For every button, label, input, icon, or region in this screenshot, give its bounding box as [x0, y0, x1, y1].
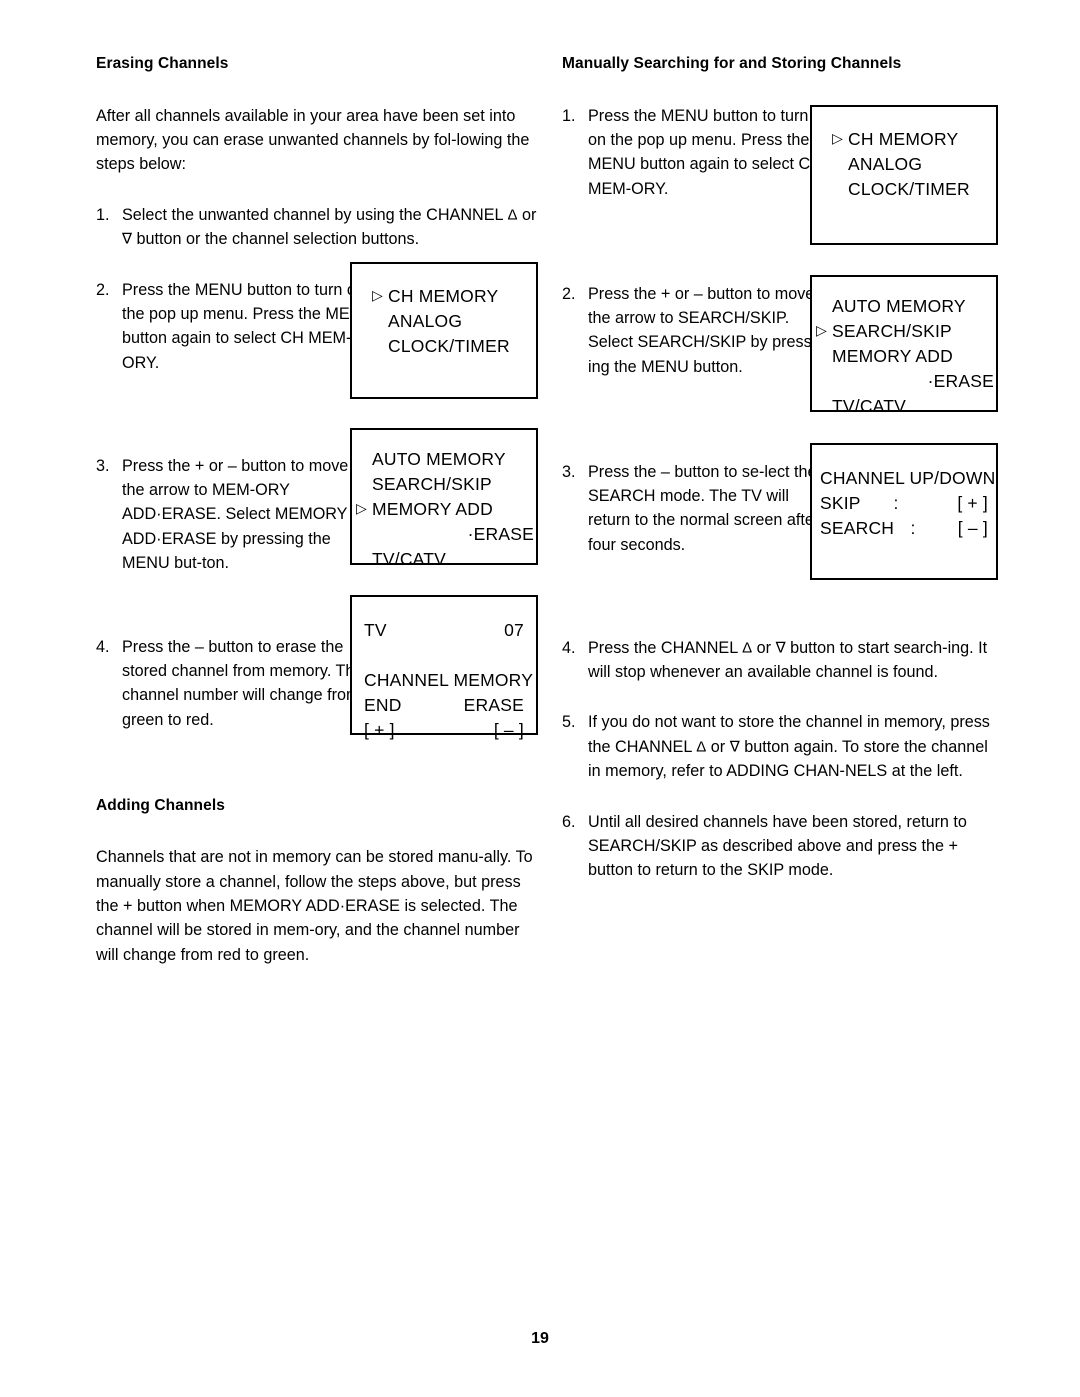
- page-number: 19: [531, 1330, 549, 1347]
- osd-label-search-skip: SEARCH/SKIP: [832, 321, 952, 341]
- right-step-1: 1. Press the MENU button to turn on the p…: [562, 104, 828, 256]
- left-step-4-text: Press the – button to erase the stored c…: [122, 637, 364, 729]
- triangle-up-icon: Δ: [507, 206, 518, 224]
- right-step-6-number: 6.: [562, 812, 576, 831]
- triangle-down-icon: ∇: [729, 738, 740, 756]
- osd-row-search-skip: ▷ SEARCH/SKIP: [816, 319, 996, 344]
- osd-row-end-erase: END ERASE: [364, 693, 524, 718]
- right-step-1-number: 1.: [562, 106, 576, 125]
- left-step-1: 1. Select the unwanted channel by using t…: [96, 203, 546, 252]
- osd-colon-search: :: [910, 518, 916, 538]
- left-step-2-text: Press the MENU button to turn on the pop…: [122, 280, 374, 372]
- left-step-2-number: 2.: [96, 280, 110, 299]
- right-step-6-text: Until all desired channels have been sto…: [588, 812, 967, 880]
- osd-label-search-skip: SEARCH/SKIP: [372, 474, 492, 494]
- osd-label-clock-timer: CLOCK/TIMER: [848, 179, 970, 199]
- osd-key-minus: [ – ]: [493, 720, 524, 740]
- osd-label-memory-add: MEMORY ADD: [832, 346, 953, 366]
- osd-label-tv-catv: TV/CATV: [832, 396, 906, 416]
- manual-search-heading: Manually Searching for and Storing Chann…: [562, 55, 902, 72]
- osd-value-channel-number: 07: [504, 620, 524, 640]
- manual-page: Erasing Channels After all channels avai…: [0, 0, 1080, 1397]
- osd-row-skip: SKIP: [ + ]: [820, 491, 988, 516]
- osd-label-memory-add: MEMORY ADD: [372, 499, 493, 519]
- menu-arrow-icon: ▷: [356, 500, 367, 516]
- osd-box-channel-updown-right: CHANNEL UP/DOWN SKIP: [ + ] SEARCH: [ – ]: [810, 443, 998, 580]
- osd-box-ch-memory-left: ▷ CH MEMORY ANALOG CLOCK/TIMER: [350, 262, 538, 399]
- osd-label-analog: ANALOG: [388, 311, 463, 331]
- osd-label-tv-catv: TV/CATV: [372, 549, 446, 569]
- erasing-channels-heading: Erasing Channels: [96, 55, 229, 72]
- osd-row-tv-channel: TV 07: [364, 618, 524, 643]
- left-step-3: 3. Press the + or – button to move the ar…: [96, 454, 374, 609]
- osd-label-channel-memory: CHANNEL MEMORY: [364, 670, 534, 690]
- triangle-up-icon: Δ: [696, 738, 707, 756]
- osd-row-ch-memory: ▷ CH MEMORY: [372, 284, 536, 309]
- right-step-2: 2. Press the + or – button to move the ar…: [562, 282, 828, 434]
- left-step-3-number: 3.: [96, 456, 110, 475]
- right-step-6: 6. Until all desired channels have been s…: [562, 810, 1002, 883]
- osd-label-skip: SKIP: [820, 493, 861, 513]
- triangle-down-icon: ∇: [775, 639, 786, 657]
- osd-label-erase: ·ERASE: [927, 371, 994, 391]
- osd-row-search: SEARCH: [ – ]: [820, 516, 988, 541]
- right-step-5-number: 5.: [562, 713, 576, 732]
- right-step-1-text: Press the MENU button to turn on the pop…: [588, 106, 822, 198]
- left-step-1-mid: or: [517, 205, 537, 224]
- osd-label-search: SEARCH: [820, 518, 895, 538]
- left-step-1-text-before: Select the unwanted channel by using the…: [122, 205, 508, 224]
- right-step-4: 4. Press the CHANNEL Δ or ∇ button to sta…: [562, 636, 1002, 685]
- right-step-3-text: Press the – button to se-lect the SEARCH…: [588, 462, 820, 554]
- right-step-5: 5. If you do not want to store the channe…: [562, 710, 1002, 783]
- right-step-2-number: 2.: [562, 284, 576, 303]
- osd-label-ch-memory: CH MEMORY: [388, 286, 499, 306]
- osd-row-keys: [ + ] [ – ]: [364, 718, 524, 743]
- osd-label-ch-memory: CH MEMORY: [848, 129, 959, 149]
- osd-key-plus: [ + ]: [364, 720, 395, 740]
- right-step-4-number: 4.: [562, 638, 576, 657]
- osd-label-analog: ANALOG: [848, 154, 923, 174]
- right-step-3: 3. Press the – button to se-lect the SEAR…: [562, 460, 828, 610]
- erasing-channels-intro: After all channels available in your are…: [96, 106, 530, 174]
- osd-label-clock-timer: CLOCK/TIMER: [388, 336, 510, 356]
- triangle-up-icon: Δ: [742, 639, 753, 657]
- osd-box-search-skip-right: AUTO MEMORY ▷ SEARCH/SKIP MEMORY ADD ·ERA…: [810, 275, 998, 416]
- right-step-3-number: 3.: [562, 462, 576, 481]
- osd-label-channel-updown: CHANNEL UP/DOWN: [820, 468, 996, 488]
- left-step-1-text-after: button or the channel selection buttons.: [132, 230, 420, 249]
- osd-row-ch-memory: ▷ CH MEMORY: [832, 127, 996, 152]
- osd-label-auto-memory: AUTO MEMORY: [832, 296, 966, 316]
- left-step-1-number: 1.: [96, 205, 110, 224]
- right-step-4-text-2: or: [752, 638, 776, 657]
- osd-label-erase: ERASE: [463, 695, 524, 715]
- osd-spacer: [364, 643, 524, 668]
- osd-box-memory-add-left: AUTO MEMORY SEARCH/SKIP ▷ MEMORY ADD ·ERA…: [350, 428, 538, 569]
- osd-key-minus: [ – ]: [957, 518, 988, 538]
- menu-arrow-icon: ▷: [816, 322, 827, 338]
- osd-label-tv: TV: [364, 620, 387, 640]
- osd-label-erase: ·ERASE: [467, 524, 534, 544]
- adding-channels-paragraph: Channels that are not in memory can be s…: [96, 848, 533, 964]
- left-step-3-text: Press the + or – button to move the arro…: [122, 456, 349, 573]
- right-step-5-text-2: or: [706, 737, 730, 756]
- menu-arrow-icon: ▷: [372, 287, 383, 303]
- adding-channels-heading: Adding Channels: [96, 796, 225, 814]
- left-step-4: 4. Press the – button to erase the stored…: [96, 635, 374, 785]
- osd-key-plus: [ + ]: [957, 493, 988, 513]
- osd-box-channel-memory-left: TV 07 CHANNEL MEMORY END ERASE [ + ] [ – ]: [350, 595, 538, 740]
- menu-arrow-icon: ▷: [832, 130, 843, 146]
- osd-row-memory-add: ▷ MEMORY ADD: [356, 497, 536, 522]
- right-step-4-text-1: Press the CHANNEL: [588, 638, 743, 657]
- osd-label-auto-memory: AUTO MEMORY: [372, 449, 506, 469]
- triangle-down-icon: ∇: [122, 230, 133, 248]
- right-step-2-text: Press the + or – button to move the arro…: [588, 284, 818, 376]
- osd-box-ch-memory-right: ▷ CH MEMORY ANALOG CLOCK/TIMER: [810, 105, 998, 245]
- left-step-2: 2. Press the MENU button to turn on the p…: [96, 278, 374, 428]
- left-step-4-number: 4.: [96, 637, 110, 656]
- osd-colon-skip: :: [893, 493, 899, 513]
- osd-label-end: END: [364, 695, 402, 715]
